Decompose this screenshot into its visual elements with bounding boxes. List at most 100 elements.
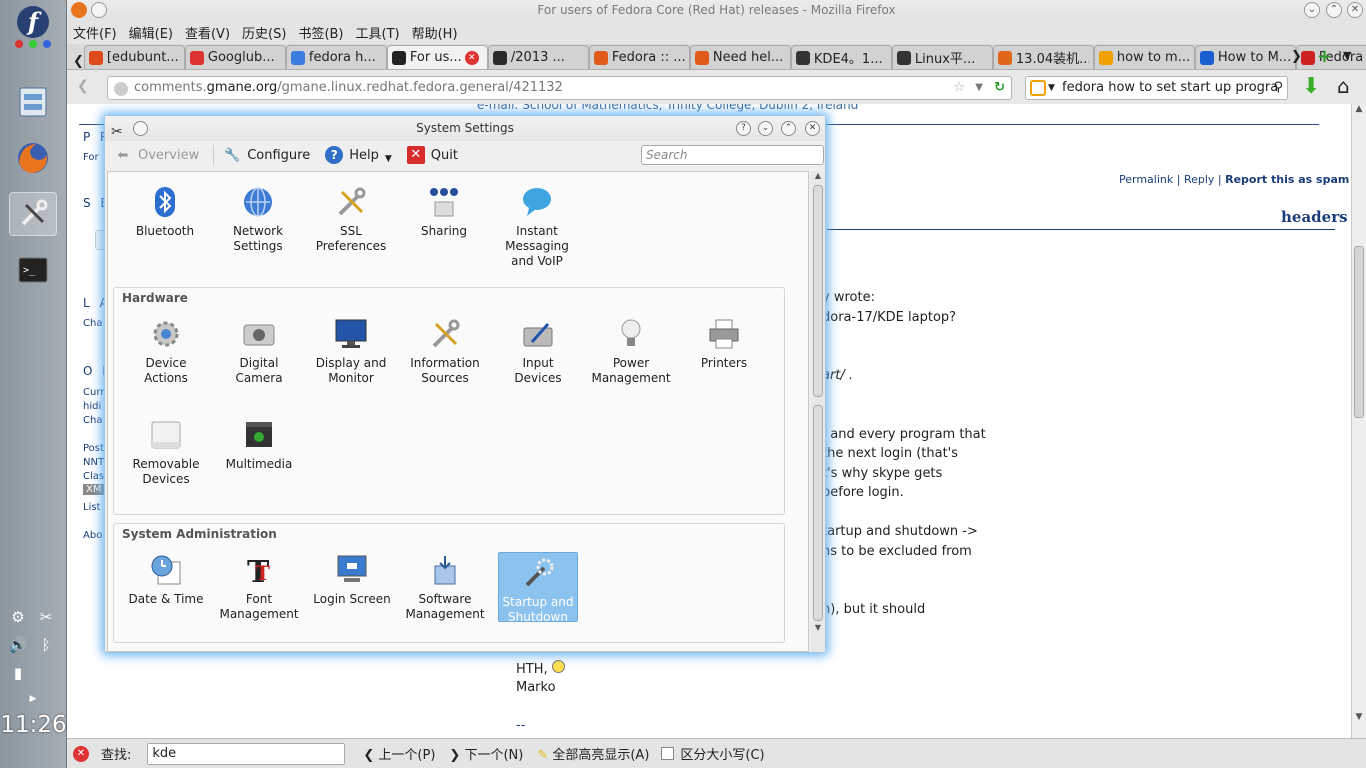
web-search-box[interactable]: ▼ fedora how to set start up progra ⚲ bbox=[1025, 76, 1288, 100]
page-scroll-thumb[interactable] bbox=[1354, 246, 1364, 418]
tabs-scroll-left-icon[interactable]: ❮ bbox=[73, 54, 84, 69]
reply-link[interactable]: Reply bbox=[1184, 173, 1214, 186]
find-next-button[interactable]: ❯ 下一个(N) bbox=[449, 744, 523, 763]
dialog-pin-button[interactable] bbox=[133, 121, 148, 136]
download-icon[interactable]: ⬇ bbox=[1302, 74, 1320, 99]
tabs-scroll-right-icon[interactable]: ❯ bbox=[1291, 49, 1302, 64]
left-link[interactable]: Clas bbox=[83, 471, 104, 482]
left-link[interactable]: NNT bbox=[83, 457, 104, 468]
dialog-help-button[interactable]: ? bbox=[736, 121, 751, 136]
headers-heading[interactable]: headers bbox=[1281, 208, 1348, 226]
dialog-scrollbar[interactable]: ▲ ▼ bbox=[811, 171, 825, 652]
module-date-and-time[interactable]: Date & Time bbox=[126, 552, 206, 607]
help-button[interactable]: ? Help ▼ bbox=[324, 145, 392, 165]
menu-help[interactable]: 帮助(H) bbox=[412, 23, 458, 42]
menu-bookmarks[interactable]: 书签(B) bbox=[298, 23, 343, 42]
module-information-sources[interactable]: Information Sources bbox=[405, 316, 485, 386]
reload-icon[interactable]: ↻ bbox=[994, 77, 1005, 99]
left-link[interactable]: List bbox=[83, 502, 100, 513]
module-removable-devices[interactable]: Removable Devices bbox=[126, 417, 206, 487]
module-multimedia[interactable]: Multimedia bbox=[219, 417, 299, 472]
find-input[interactable]: kde bbox=[147, 742, 346, 765]
scroll-up-icon[interactable]: ▲ bbox=[1353, 104, 1365, 116]
module-digital-camera[interactable]: Digital Camera bbox=[219, 316, 299, 386]
clock[interactable]: 11:26 bbox=[0, 712, 67, 738]
search-engine-dropdown-icon[interactable]: ▼ bbox=[1048, 77, 1055, 99]
url-history-icon[interactable]: ▼ bbox=[975, 77, 983, 99]
back-icon[interactable]: ❮ bbox=[77, 78, 89, 94]
browser-tab[interactable]: /2013 ... bbox=[487, 45, 589, 69]
bookmark-star-icon[interactable]: ☆ bbox=[953, 77, 965, 99]
page-scrollbar[interactable]: ▲ ▼ bbox=[1351, 104, 1366, 738]
close-button[interactable]: ✕ bbox=[1347, 2, 1363, 18]
dialog-scroll-thumb[interactable] bbox=[813, 185, 823, 397]
system-settings-task-icon[interactable] bbox=[9, 192, 57, 236]
left-link[interactable]: For bbox=[83, 152, 99, 163]
browser-tab[interactable]: fedora h... bbox=[285, 45, 387, 69]
browser-tab[interactable]: How to M... bbox=[1194, 45, 1296, 69]
highlight-all-button[interactable]: ✎ 全部高亮显示(A) bbox=[537, 744, 649, 763]
help-dropdown-icon[interactable]: ▼ bbox=[385, 154, 392, 164]
module-device-actions[interactable]: Device Actions bbox=[126, 316, 206, 386]
dialog-scroll-track[interactable] bbox=[813, 405, 823, 621]
browser-tab[interactable]: Linux平... bbox=[891, 45, 993, 69]
left-link[interactable]: Post bbox=[83, 443, 104, 454]
browser-tab[interactable]: Googlub... bbox=[184, 45, 286, 69]
terminal-icon[interactable]: >_ bbox=[9, 248, 57, 292]
overview-button[interactable]: ⬅ Overview bbox=[113, 145, 200, 165]
bluetooth-tray-icon[interactable]: ᛒ bbox=[35, 634, 57, 656]
scroll-down-icon[interactable]: ▼ bbox=[1353, 712, 1365, 724]
site-identity-icon[interactable] bbox=[114, 82, 128, 96]
volume-tray-icon[interactable]: 🔊 bbox=[7, 634, 29, 656]
search-engine-icon[interactable] bbox=[1030, 80, 1046, 96]
module-login-screen[interactable]: Login Screen bbox=[312, 552, 392, 607]
report-spam-link[interactable]: Report this as spam bbox=[1225, 173, 1349, 186]
module-network-settings[interactable]: Network Settings bbox=[218, 184, 298, 254]
browser-tab[interactable]: [edubunt... bbox=[83, 45, 185, 69]
maximize-button[interactable]: ⌃ bbox=[1326, 2, 1342, 18]
module-printers[interactable]: Printers bbox=[684, 316, 764, 371]
dialog-close-button[interactable]: ✕ bbox=[805, 121, 820, 136]
binoculars-icon[interactable]: ⚲ bbox=[1273, 77, 1283, 99]
dialog-scroll-down-icon[interactable]: ▼ bbox=[812, 623, 824, 635]
minimize-button[interactable]: ⌄ bbox=[1304, 2, 1320, 18]
dialog-maximize-button[interactable]: ⌃ bbox=[781, 121, 796, 136]
tab-list-icon[interactable]: ▼ bbox=[1343, 49, 1351, 62]
module-display-and-monitor[interactable]: Display and Monitor bbox=[311, 316, 391, 386]
module-sharing[interactable]: Sharing bbox=[404, 184, 484, 239]
permalink-link[interactable]: Permalink bbox=[1119, 173, 1173, 186]
left-link[interactable]: Abo bbox=[83, 530, 102, 541]
module-input-devices[interactable]: Input Devices bbox=[498, 316, 578, 386]
module-ssl-preferences[interactable]: SSL Preferences bbox=[311, 184, 391, 254]
expand-tray-icon[interactable]: ▶ bbox=[22, 688, 44, 710]
home-icon[interactable]: ⌂ bbox=[1337, 74, 1350, 98]
left-link[interactable]: Curr bbox=[83, 387, 104, 398]
close-tab-icon[interactable]: ✕ bbox=[464, 50, 479, 65]
checkbox-box[interactable] bbox=[661, 747, 675, 760]
dialog-scroll-up-icon[interactable]: ▲ bbox=[812, 171, 824, 183]
configure-button[interactable]: 🔧 Configure bbox=[222, 145, 310, 165]
activities-icon[interactable] bbox=[9, 32, 57, 56]
settings-tray-icon[interactable]: ⚙ bbox=[7, 606, 29, 628]
xml-badge[interactable]: XM bbox=[83, 484, 105, 495]
dialog-minimize-button[interactable]: ⌄ bbox=[758, 121, 773, 136]
new-tab-icon[interactable]: + bbox=[1317, 46, 1332, 67]
file-manager-icon[interactable] bbox=[9, 80, 57, 124]
browser-tab[interactable]: how to m... bbox=[1093, 45, 1195, 69]
url-bar[interactable]: comments.gmane.org/gmane.linux.redhat.fe… bbox=[107, 76, 1012, 100]
module-font-management[interactable]: T T Font Management bbox=[219, 552, 299, 622]
module-startup-and-shutdown[interactable]: Startup and Shutdown bbox=[498, 552, 578, 624]
battery-tray-icon[interactable]: ▮ bbox=[7, 662, 29, 684]
module-bluetooth[interactable]: Bluetooth bbox=[125, 184, 205, 239]
match-case-checkbox[interactable]: 区分大小写(C) bbox=[661, 744, 765, 763]
menu-file[interactable]: 文件(F) bbox=[73, 23, 117, 42]
find-prev-button[interactable]: ❮ 上一个(P) bbox=[363, 744, 435, 763]
dialog-search-input[interactable]: Search bbox=[641, 145, 824, 165]
quit-button[interactable]: ✕ Quit bbox=[406, 145, 458, 165]
browser-tab[interactable]: KDE4。1... bbox=[790, 45, 892, 69]
browser-tab[interactable]: 13.04装机... bbox=[992, 45, 1094, 69]
menu-tools[interactable]: 工具(T) bbox=[356, 23, 400, 42]
browser-tab[interactable]: Need hel... bbox=[689, 45, 791, 69]
browser-tab[interactable]: For us... ✕ bbox=[386, 45, 488, 69]
left-link[interactable]: Cha bbox=[83, 318, 102, 329]
